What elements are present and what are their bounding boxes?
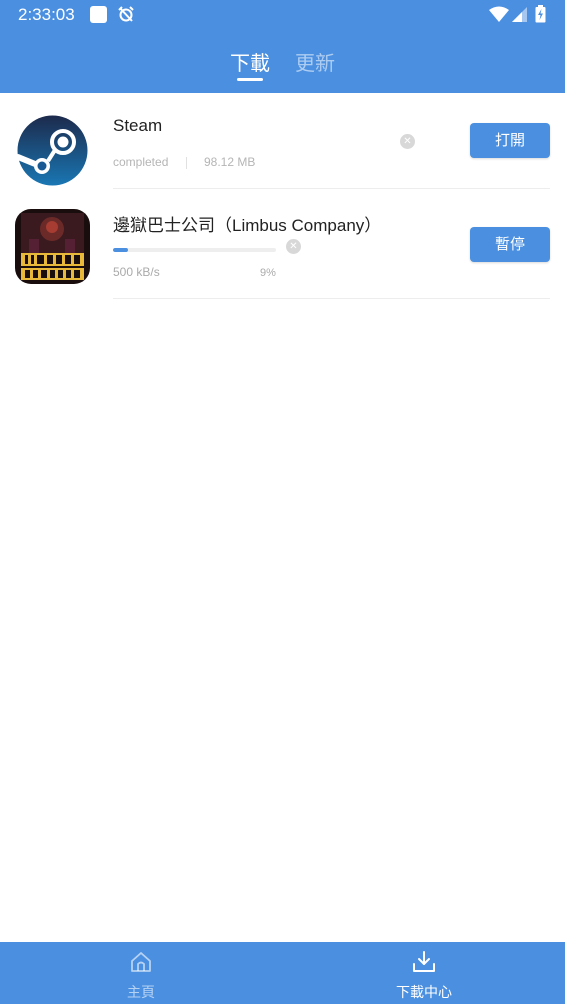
remove-download-icon[interactable]: ✕ [400,134,415,149]
limbus-company-logo-icon [15,209,90,284]
download-status: completed [113,155,169,169]
app-name: Steam [113,116,163,135]
pause-button[interactable]: 暫停 [470,227,550,262]
nav-home[interactable]: 主頁 [81,942,201,1004]
row-divider [113,298,550,299]
meta-divider [186,157,187,169]
home-icon [131,952,151,972]
file-size: 98.12 MB [204,155,256,169]
status-bar: 2:33:03 [0,0,565,30]
app-name: 邊獄巴士公司（Limbus Company） [113,216,382,235]
download-speed: 500 kB/s [113,265,160,279]
notification-app-icon [90,6,107,23]
bottom-navigation: 主頁 下載中心 [0,942,565,1004]
top-app-bar: 2:33:03 下載 更新 [0,0,565,93]
status-clock: 2:33:03 [18,5,75,24]
active-tab-indicator [237,78,263,81]
download-screen: 2:33:03 下載 更新 Steam completed 98.12 MB ✕… [0,0,565,1004]
download-icon [413,951,435,972]
steam-logo-icon [15,113,90,188]
tab-bar: 下載 更新 [0,40,565,90]
tab-download[interactable]: 下載 [230,47,270,76]
open-button[interactable]: 打開 [470,123,550,158]
tab-update[interactable]: 更新 [295,47,335,76]
cellular-signal-icon [512,7,527,22]
download-progress-fill [113,248,128,252]
download-percent: 9% [260,267,276,279]
list-item: 邊獄巴士公司（Limbus Company） ✕ 500 kB/s 9% 暫停 [0,189,565,299]
alarm-off-icon [118,6,134,22]
nav-home-label: 主頁 [127,985,155,1001]
wifi-icon [489,6,509,22]
cancel-download-icon[interactable]: ✕ [286,239,301,254]
nav-download-center[interactable]: 下載中心 [364,942,484,1004]
battery-charging-icon [535,5,546,23]
download-progress-bar [113,248,276,252]
list-item: Steam completed 98.12 MB ✕ 打開 [0,93,565,189]
nav-download-center-label: 下載中心 [396,985,452,1001]
